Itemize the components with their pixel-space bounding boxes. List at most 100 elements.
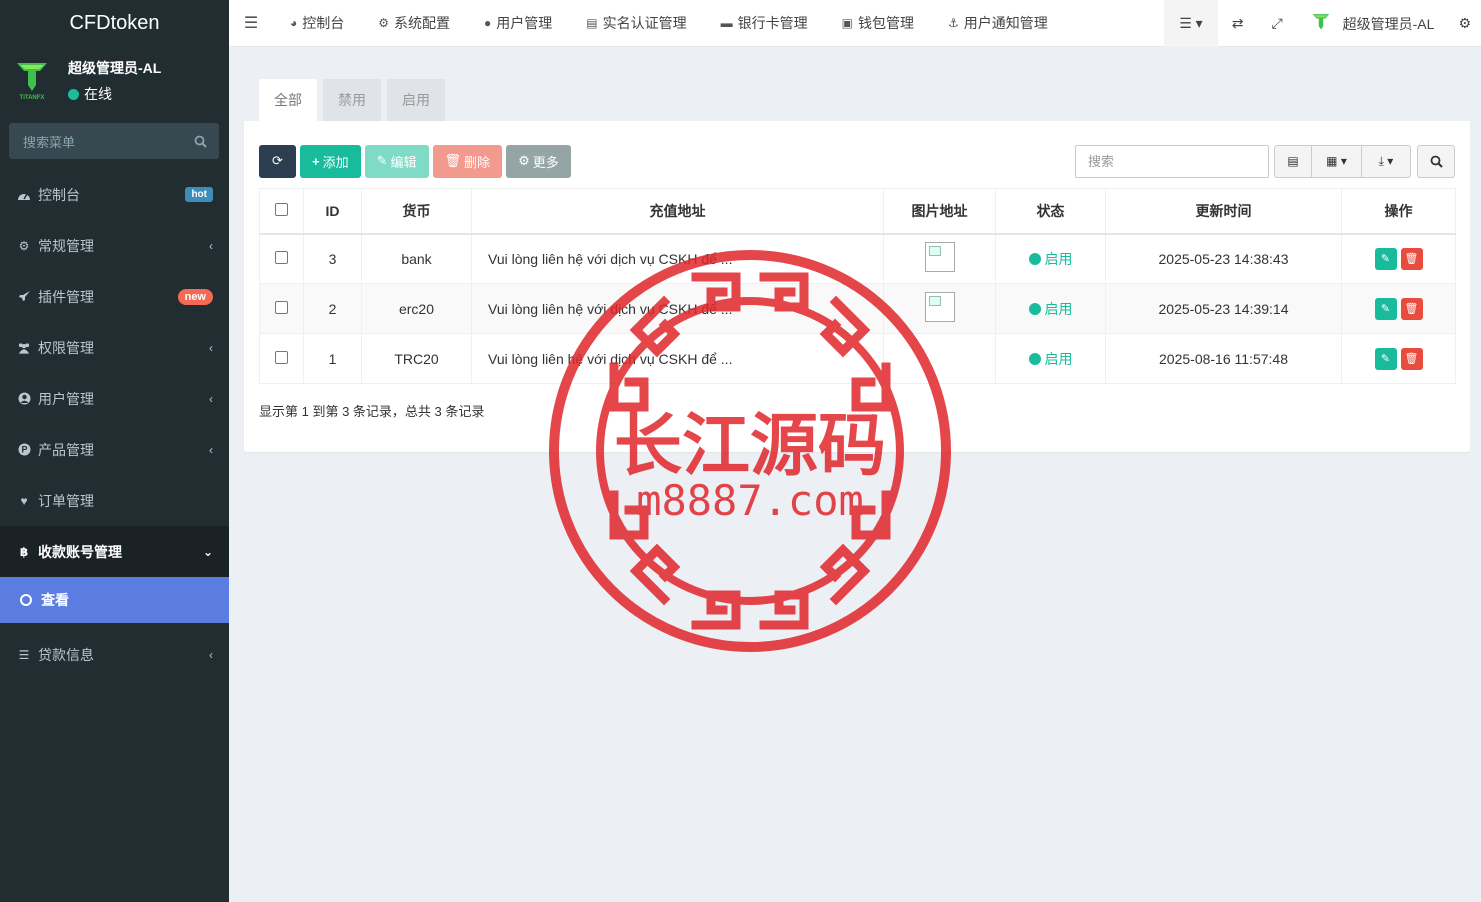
user-status-text: 在线 [84, 86, 112, 102]
control-sidebar-gears-icon[interactable]: ⚙ [1448, 0, 1481, 47]
cell-id: 1 [303, 333, 362, 384]
status-text: 启用 [1044, 250, 1073, 267]
row-checkbox-cell [259, 283, 304, 334]
topnav-wallet-management[interactable]: ▣ 钱包管理 [825, 0, 931, 47]
row-delete-button[interactable]: 🗑 [1400, 347, 1423, 370]
data-table: ID 货币 充值地址 图片地址 状态 更新时间 操作 3 bank Vui lò… [259, 188, 1456, 384]
row-edit-button[interactable]: ✎ [1374, 297, 1397, 320]
sidebar-item-label: 常规管理 [38, 237, 94, 254]
sidebar-item-products[interactable]: P 产品管理 ‹ [0, 424, 229, 475]
row-edit-button[interactable]: ✎ [1374, 347, 1397, 370]
topnav-dashboard[interactable]: ◕ 控制台 [273, 0, 361, 47]
table-search-input[interactable] [1075, 144, 1269, 178]
row-checkbox-cell [259, 233, 304, 284]
sidebar-item-orders[interactable]: ♥ 订单管理 [0, 475, 229, 526]
tab-disabled[interactable]: 禁用 [323, 79, 381, 121]
sidebar-item-plugins[interactable]: 插件管理 new [0, 271, 229, 322]
status-label[interactable]: 启用 [1028, 349, 1073, 369]
refresh-button[interactable]: ⟳ [259, 144, 296, 178]
row-checkbox-cell [259, 333, 304, 384]
cell-currency: bank [361, 233, 472, 284]
topnav-notification-management[interactable]: ⚓ 用户通知管理 [931, 0, 1065, 47]
header-updated[interactable]: 更新时间 [1105, 188, 1342, 235]
cell-status: 启用 [995, 233, 1106, 284]
sidebar-item-payment-accounts[interactable]: ฿ 收款账号管理 ⌄ [0, 526, 229, 577]
sidebar-item-dashboard[interactable]: 控制台 hot [0, 169, 229, 220]
sidebar-item-general[interactable]: ⚙ 常规管理 ‹ [0, 220, 229, 271]
menu-toggle-icon[interactable]: ☰ [229, 0, 273, 47]
common-search-button[interactable] [1417, 144, 1455, 178]
export-button[interactable]: ⤓ ▾ [1361, 144, 1411, 178]
topnav-kyc-management[interactable]: ▤ 实名认证管理 [569, 0, 703, 47]
columns-icon: ▦ ▾ [1326, 154, 1347, 168]
row-delete-button[interactable]: 🗑 [1400, 297, 1423, 320]
tab-all[interactable]: 全部 [259, 79, 317, 121]
nav-menu-dropdown-icon[interactable]: ☰ ▾ [1164, 0, 1218, 47]
cell-image [883, 333, 996, 384]
broken-image-icon[interactable] [924, 292, 955, 322]
gear-icon: ⚙ [518, 153, 530, 168]
sidebar-search-input[interactable]: 搜索菜单 [23, 132, 75, 151]
cell-currency: TRC20 [361, 333, 472, 384]
broken-image-icon[interactable] [924, 242, 955, 273]
cell-image [883, 233, 996, 284]
topnav-user-management[interactable]: ● 用户管理 [467, 0, 569, 47]
chevron-left-icon: ‹ [209, 442, 213, 457]
user-name: 超级管理员-AL [68, 60, 162, 76]
header-id[interactable]: ID [303, 188, 362, 235]
app-brand[interactable]: CFDtoken [0, 0, 229, 47]
top-navbar: ☰ ◕ 控制台 ⚙ 系统配置 ● 用户管理 ▤ 实名认证管理 ▬ 银行卡管理 ▣ 钱包管理 … [229, 0, 1481, 47]
row-checkbox[interactable] [275, 300, 288, 314]
tab-enabled[interactable]: 启用 [387, 79, 445, 121]
topnav-label: 用户管理 [496, 15, 553, 31]
select-all-checkbox[interactable] [275, 202, 288, 216]
more-button-label: 更多 [532, 154, 559, 170]
header-image[interactable]: 图片地址 [883, 188, 996, 235]
anchor-icon: ⚓ [947, 16, 959, 30]
row-checkbox[interactable] [275, 250, 288, 264]
topnav-system-config[interactable]: ⚙ 系统配置 [361, 0, 467, 47]
table-header-row: ID 货币 充值地址 图片地址 状态 更新时间 操作 [259, 188, 1456, 235]
search-icon[interactable] [194, 135, 207, 148]
sidebar-item-label: 产品管理 [38, 441, 94, 458]
fullscreen-icon[interactable]: ⤢ [1257, 0, 1296, 47]
top-right-tools: ☰ ▾ ⇄ ⤢ 超级管理员-AL ⚙ [1164, 0, 1481, 47]
cell-currency: erc20 [361, 283, 472, 334]
product-icon: P [17, 443, 31, 457]
online-dot-icon [68, 88, 79, 100]
columns-button[interactable]: ▦ ▾ [1311, 144, 1362, 178]
add-button[interactable]: + 添加 [300, 144, 361, 178]
row-delete-button[interactable]: 🗑 [1400, 247, 1423, 270]
row-edit-button[interactable]: ✎ [1374, 247, 1397, 270]
id-card-icon: ▤ [586, 16, 598, 30]
header-status[interactable]: 状态 [995, 188, 1106, 235]
topnav-label: 实名认证管理 [602, 15, 687, 31]
user-status: 在线 [68, 84, 161, 104]
sidebar-search[interactable]: 搜索菜单 [9, 123, 219, 159]
chevron-down-icon: ⌄ [202, 544, 213, 559]
status-label[interactable]: 启用 [1028, 249, 1073, 269]
group-icon [17, 341, 31, 355]
sidebar-item-loans[interactable]: ☰ 贷款信息 ‹ [0, 629, 229, 680]
delete-button[interactable]: 🗑 删除 [432, 144, 503, 178]
language-icon[interactable]: ⇄ [1218, 0, 1258, 47]
cogs-icon: ⚙ [18, 238, 30, 253]
status-dot-icon [1028, 252, 1041, 265]
sidebar-item-label: 收款账号管理 [38, 543, 122, 560]
top-user-menu[interactable]: 超级管理员-AL [1297, 0, 1449, 47]
svg-text:P: P [21, 445, 27, 455]
header-currency[interactable]: 货币 [361, 188, 472, 235]
row-checkbox[interactable] [275, 350, 288, 364]
topnav-bankcard-management[interactable]: ▬ 银行卡管理 [704, 0, 825, 47]
sidebar-subitem-view[interactable]: 查看 [0, 577, 229, 623]
sidebar-item-permissions[interactable]: 权限管理 ‹ [0, 322, 229, 373]
edit-button[interactable]: ✎ 编辑 [364, 144, 429, 178]
sidebar-item-users[interactable]: 用户管理 ‹ [0, 373, 229, 424]
toggle-view-button[interactable]: ▤ [1274, 144, 1312, 178]
header-address[interactable]: 充值地址 [471, 188, 884, 235]
topnav-label: 用户通知管理 [963, 15, 1048, 31]
sidebar-item-label: 订单管理 [38, 492, 94, 509]
top-user-name: 超级管理员-AL [1342, 15, 1435, 32]
more-button[interactable]: ⚙ 更多 [506, 144, 571, 178]
status-label[interactable]: 启用 [1028, 299, 1073, 319]
